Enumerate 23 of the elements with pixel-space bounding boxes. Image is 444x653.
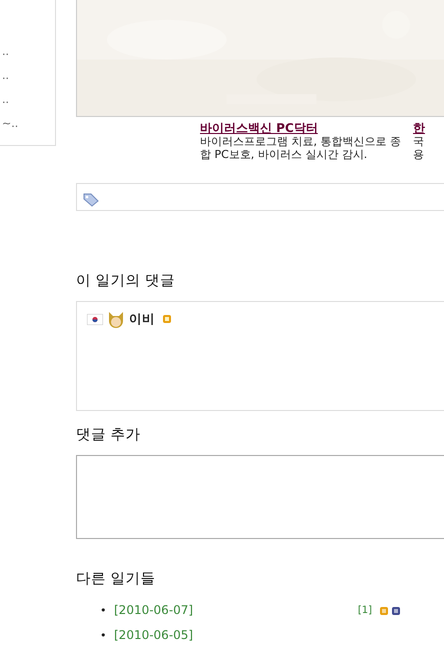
comment-field[interactable] — [76, 454, 444, 538]
section-heading: 이 일기의 댓글 — [76, 272, 176, 291]
avatar-icon — [107, 310, 125, 328]
section-heading: 다른 일기들 — [76, 570, 157, 588]
ad-description: 국 — [413, 135, 425, 148]
commenter-name[interactable]: 이비 — [129, 310, 155, 328]
comment-count[interactable]: [1] — [358, 598, 372, 624]
tag-icon — [83, 192, 99, 207]
sidebar-link[interactable]: .. — [0, 42, 55, 66]
sidebar-link[interactable]: ~.. — [0, 114, 55, 138]
sidebar-link[interactable]: .. — [0, 90, 55, 114]
ad-title-link[interactable]: 바이러스백신 PC닥터 — [200, 121, 401, 135]
diary-date-link[interactable]: [2010-06-05] — [114, 623, 194, 648]
ad-title-link[interactable]: 한 — [413, 121, 425, 135]
bullet: • — [100, 628, 108, 644]
ad-description: 합 PC보호, 바이러스 실시간 감시. — [200, 148, 368, 161]
ad-description: 바이러스프로그램 치료, 통합백신으로 종 — [200, 135, 401, 148]
ad-description: 용 — [413, 148, 425, 161]
section-heading: 댓글 추가 — [76, 426, 142, 445]
diary-date-link[interactable]: [2010-06-07] — [114, 598, 194, 624]
bullet: • — [100, 603, 108, 620]
sidebar-link[interactable]: .. — [0, 66, 55, 90]
flag-icon — [87, 314, 103, 325]
